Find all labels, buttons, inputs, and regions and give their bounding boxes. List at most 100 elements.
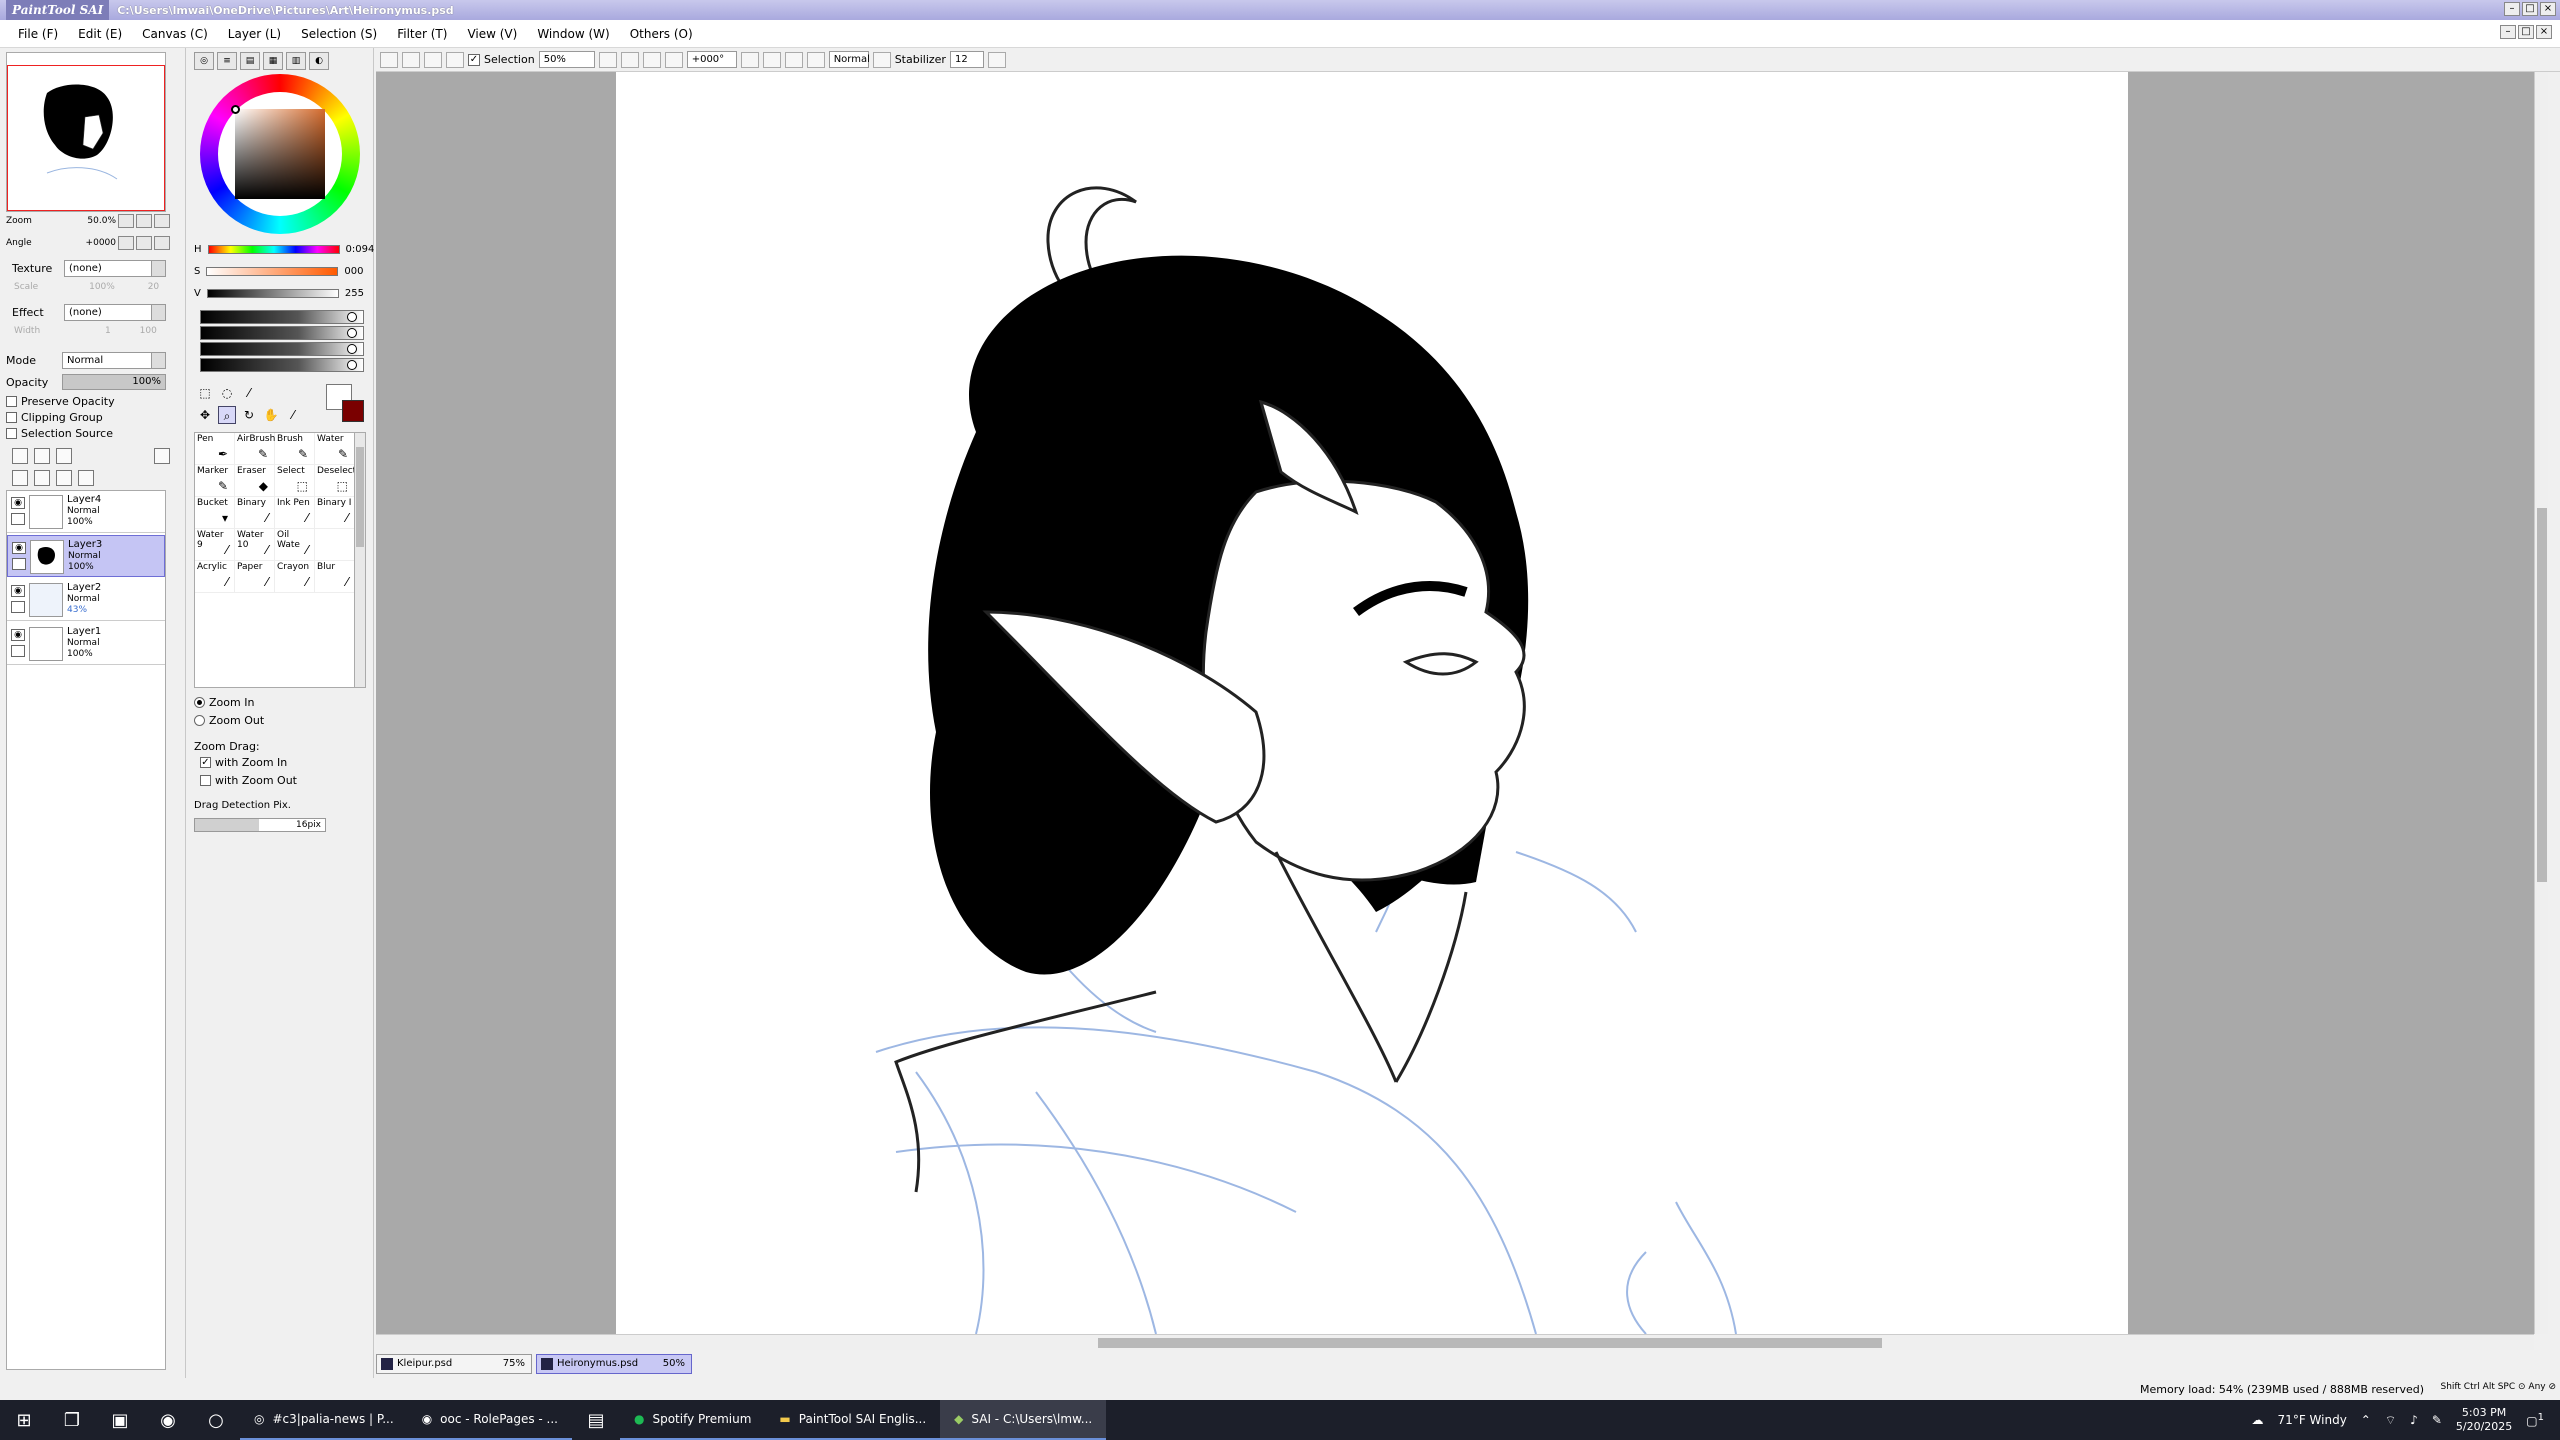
rotate-right-button[interactable]: [136, 236, 152, 250]
menu-layer[interactable]: Layer (L): [218, 27, 291, 41]
layer-row[interactable]: ◉ Layer2 Normal 43%: [7, 579, 165, 621]
invert-selection-button[interactable]: [446, 51, 464, 68]
menu-filter[interactable]: Filter (T): [387, 27, 457, 41]
swatch-knob[interactable]: [347, 344, 357, 354]
move-icon[interactable]: ✥: [196, 406, 214, 424]
zoom-tool-icon[interactable]: ⌕: [218, 406, 236, 424]
firefox-icon[interactable]: ◉: [144, 1400, 192, 1440]
pen-edit-icon[interactable]: [12, 558, 26, 570]
network-icon[interactable]: ⌔: [2385, 1413, 2396, 1428]
store-icon[interactable]: ▣: [96, 1400, 144, 1440]
blend-mode-select[interactable]: Normal: [62, 352, 166, 369]
swatch-row[interactable]: [200, 326, 364, 340]
visibility-eye-icon[interactable]: ◉: [11, 585, 25, 597]
stabilizer-dropdown[interactable]: [987, 51, 1006, 68]
swatch-knob[interactable]: [347, 328, 357, 338]
view-mode-dropdown[interactable]: [872, 51, 891, 68]
background-color-swatch[interactable]: [342, 400, 364, 422]
visibility-eye-icon[interactable]: ◉: [11, 629, 25, 641]
clear-layer-icon[interactable]: [56, 470, 72, 486]
visibility-eye-icon[interactable]: ◉: [12, 542, 26, 554]
doc-restore-button[interactable]: □: [2518, 25, 2534, 39]
rotate-tool-icon[interactable]: ↻: [240, 406, 258, 424]
brush-bucket[interactable]: Bucket ▾: [195, 497, 235, 529]
doc-close-button[interactable]: ×: [2536, 25, 2552, 39]
texture-select[interactable]: (none): [64, 260, 166, 277]
undo-button[interactable]: [380, 51, 398, 68]
swatch-knob[interactable]: [347, 360, 357, 370]
weather-text[interactable]: 71°F Windy: [2278, 1413, 2347, 1427]
zoom-out-canvas-button[interactable]: [620, 51, 639, 68]
flip-button[interactable]: [806, 51, 825, 68]
doc-tab-heironymus[interactable]: Heironymus.psd 50%: [536, 1354, 692, 1374]
mixer-tab[interactable]: ◐: [309, 52, 329, 70]
layer-row[interactable]: ◉ Layer4 Normal 100%: [7, 491, 165, 533]
layer-row-selected[interactable]: ◉ Layer3 Normal 100%: [7, 535, 165, 577]
selection-checkbox[interactable]: ✓: [468, 53, 480, 66]
visibility-eye-icon[interactable]: ◉: [11, 497, 25, 509]
taskbar-app-explorer[interactable]: ▬ PaintTool SAI Englis...: [765, 1400, 941, 1440]
merge-down-icon[interactable]: [34, 470, 50, 486]
brush-binary[interactable]: Binary ⁄: [235, 497, 275, 529]
selection-source-checkbox[interactable]: Selection Source: [6, 427, 113, 440]
zoom-in-radio[interactable]: Zoom In: [194, 696, 254, 709]
hue-slider[interactable]: [207, 245, 340, 254]
canvas-area[interactable]: [376, 72, 2534, 1334]
new-folder-icon[interactable]: [56, 448, 72, 464]
close-button[interactable]: ×: [2540, 2, 2556, 16]
zoom-value[interactable]: 50.0%: [46, 216, 116, 226]
saturation-value-square[interactable]: [235, 109, 325, 199]
menu-others[interactable]: Others (O): [620, 27, 703, 41]
brush-paper[interactable]: Paper ⁄: [235, 561, 275, 593]
menu-window[interactable]: Window (W): [527, 27, 619, 41]
eyedropper-icon[interactable]: ⁄: [284, 406, 302, 424]
opacity-slider[interactable]: 100%: [62, 374, 166, 390]
scrollbar-thumb[interactable]: [356, 447, 364, 547]
layer-mask-icon[interactable]: [154, 448, 170, 464]
lock-icon[interactable]: [11, 601, 25, 613]
zoom-field[interactable]: 50%: [538, 51, 595, 68]
swatch-row[interactable]: [200, 342, 364, 356]
zoom-out-button[interactable]: [118, 214, 134, 228]
menu-edit[interactable]: Edit (E): [68, 27, 132, 41]
doc-minimize-button[interactable]: –: [2500, 25, 2516, 39]
canvas-vertical-scrollbar[interactable]: [2534, 72, 2548, 1334]
redo-button[interactable]: [402, 51, 420, 68]
brush-airbrush[interactable]: AirBrush ✎: [235, 433, 275, 465]
lasso-select-icon[interactable]: ◌: [218, 384, 236, 402]
brush-select[interactable]: Select ⬚: [275, 465, 315, 497]
saturation-slider[interactable]: [206, 267, 339, 276]
color-picker-cursor[interactable]: [231, 105, 240, 114]
swatch-row[interactable]: [200, 310, 364, 324]
zoom-in-button[interactable]: [136, 214, 152, 228]
menu-file[interactable]: File (F): [8, 27, 68, 41]
hand-tool-icon[interactable]: ✋: [262, 406, 280, 424]
brush-ink-pen[interactable]: Ink Pen ⁄: [275, 497, 315, 529]
doc-tab-kleipur[interactable]: Kleipur.psd 75%: [376, 1354, 532, 1374]
delete-layer-icon[interactable]: [78, 470, 94, 486]
taskbar-app-chrome[interactable]: ◉ ooc - RolePages - ...: [407, 1400, 572, 1440]
menu-canvas[interactable]: Canvas (C): [132, 27, 218, 41]
swatch-knob[interactable]: [347, 312, 357, 322]
view-mode-field[interactable]: Normal: [828, 51, 870, 68]
drawing-canvas[interactable]: [616, 72, 2128, 1334]
scratchpad-tab[interactable]: ▥: [286, 52, 306, 70]
clipping-group-checkbox[interactable]: Clipping Group: [6, 411, 103, 424]
opera-icon[interactable]: ○: [192, 1400, 240, 1440]
with-zoom-in-checkbox[interactable]: ✓ with Zoom In: [200, 756, 287, 769]
task-view-icon[interactable]: ❐: [48, 1400, 96, 1440]
preserve-opacity-checkbox[interactable]: Preserve Opacity: [6, 395, 115, 408]
marquee-select-icon[interactable]: ⬚: [196, 384, 214, 402]
canvas-horizontal-scrollbar[interactable]: [376, 1334, 2534, 1350]
brush-water[interactable]: Water ✎: [315, 433, 355, 465]
lock-icon[interactable]: [11, 645, 25, 657]
pen-icon[interactable]: ✎: [2432, 1413, 2442, 1427]
brush-deselect[interactable]: Deselect ⬚: [315, 465, 356, 497]
brush-acrylic[interactable]: Acrylic ⁄: [195, 561, 235, 593]
brush-blur[interactable]: Blur ⁄: [315, 561, 355, 593]
brush-brush[interactable]: Brush ✎: [275, 433, 315, 465]
zoom-reset-button[interactable]: [154, 214, 170, 228]
scrollbar-thumb[interactable]: [1098, 1338, 1882, 1348]
color-wheel-tab[interactable]: ◎: [194, 52, 214, 70]
brush-binary-i[interactable]: Binary I ⁄: [315, 497, 355, 529]
